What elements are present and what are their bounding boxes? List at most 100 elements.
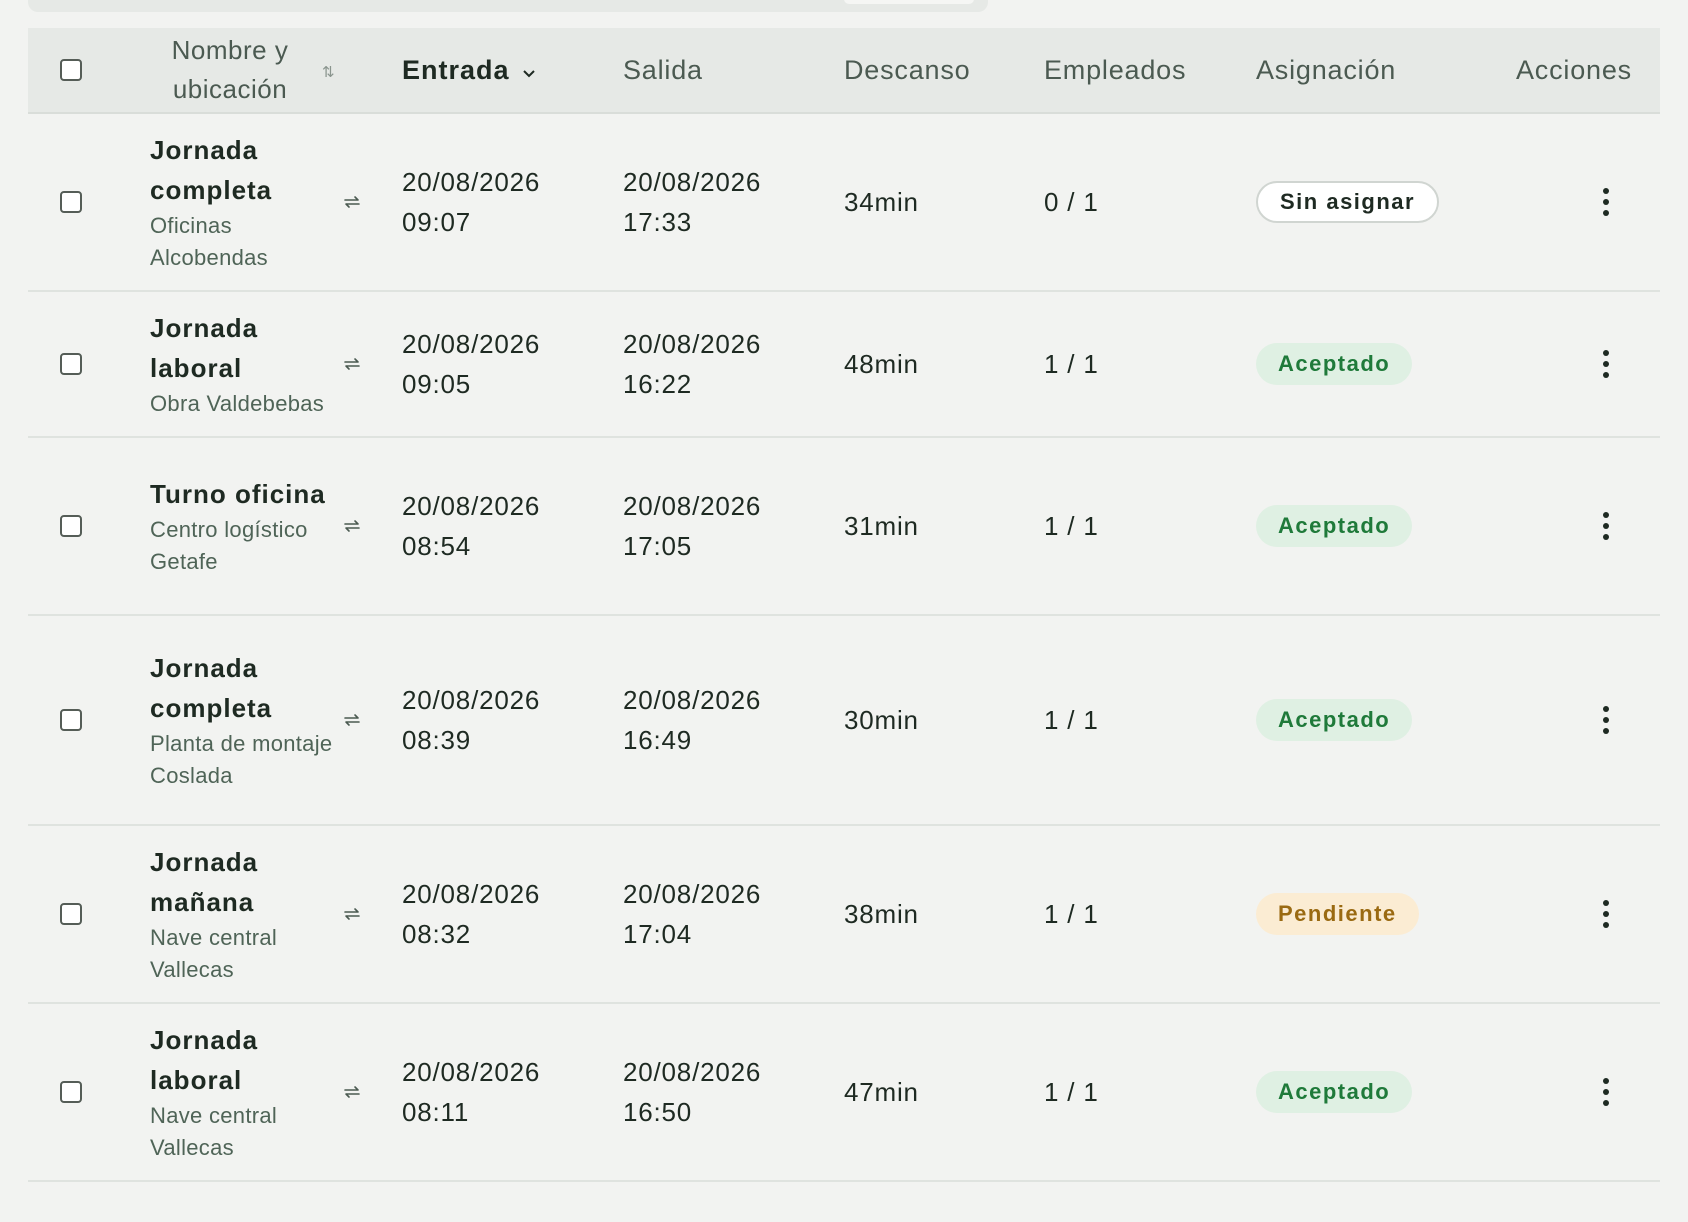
actions-cell <box>1516 114 1636 290</box>
entrada-date: 20/08/2026 <box>402 1057 541 1087</box>
entrada-time: 08:54 <box>402 531 472 561</box>
header-empleados-label: Empleados <box>1044 54 1187 85</box>
shift-location: Oficinas Alcobendas <box>150 213 268 270</box>
shift-name[interactable]: Turno oficina <box>150 474 340 514</box>
empleados-value: 1 / 1 <box>1044 348 1099 379</box>
table-row[interactable]: Jornada completa Oficinas Alcobendas 20/… <box>28 114 1660 292</box>
header-salida-label: Salida <box>623 54 703 85</box>
row-check-cell <box>60 1004 82 1180</box>
more-vertical-icon[interactable] <box>1596 182 1616 222</box>
asignacion-cell: Aceptado <box>1256 1004 1413 1180</box>
status-badge: Pendiente <box>1256 893 1419 935</box>
shifts-table: Nombre y ubicación ⇅ Entrada Salida Desc… <box>28 28 1660 1222</box>
descanso-cell: 47min <box>844 1004 919 1180</box>
shift-name[interactable]: Jornada completa <box>150 130 340 210</box>
header-descanso-label: Descanso <box>844 54 971 85</box>
entrada-date: 20/08/2026 <box>402 685 541 715</box>
descanso-cell: 38min <box>844 826 919 1002</box>
status-badge: Sin asignar <box>1256 181 1440 223</box>
shift-name[interactable]: Jornada mañana <box>150 842 340 922</box>
shift-location: Centro logístico Getafe <box>150 517 308 574</box>
table-row[interactable]: Jornada completa Planta de montaje Cosla… <box>28 616 1660 826</box>
entrada-cell: 20/08/2026 08:39 <box>402 616 540 824</box>
empleados-cell: 1 / 1 <box>1044 292 1099 436</box>
more-vertical-icon[interactable] <box>1596 506 1616 546</box>
salida-time: 16:22 <box>623 369 693 399</box>
header-asignacion[interactable]: Asignación <box>1256 28 1396 112</box>
descanso-cell: 48min <box>844 292 919 436</box>
actions-cell <box>1516 438 1636 614</box>
descanso-value: 31min <box>844 510 919 541</box>
descanso-cell: 34min <box>844 114 919 290</box>
empleados-cell: 1 / 1 <box>1044 826 1099 1002</box>
row-check-cell <box>60 292 82 436</box>
status-badge: Aceptado <box>1256 505 1413 547</box>
salida-date: 20/08/2026 <box>623 491 762 521</box>
header-empleados[interactable]: Empleados <box>1044 28 1186 112</box>
empleados-cell: 1 / 1 <box>1044 438 1099 614</box>
shift-location: Nave central Vallecas <box>150 1103 278 1160</box>
shift-location: Planta de montaje Coslada <box>150 731 333 788</box>
header-descanso[interactable]: Descanso <box>844 28 970 112</box>
entrada-cell: 20/08/2026 08:54 <box>402 438 540 614</box>
row-check-cell <box>60 114 82 290</box>
empleados-cell: 0 / 1 <box>1044 114 1099 290</box>
row-checkbox[interactable] <box>60 1081 82 1103</box>
row-checkbox[interactable] <box>60 515 82 537</box>
table-row[interactable]: Jornada mañana Nave central Vallecas 20/… <box>28 826 1660 1004</box>
toolbar-remnant <box>28 0 988 12</box>
shift-location: Nave central Vallecas <box>150 925 278 982</box>
shift-name[interactable]: Jornada laboral <box>150 308 340 388</box>
more-vertical-icon[interactable] <box>1596 1072 1616 1112</box>
entrada-time: 09:05 <box>402 369 472 399</box>
salida-date: 20/08/2026 <box>623 685 762 715</box>
table-row[interactable] <box>28 1182 1660 1222</box>
empleados-value: 1 / 1 <box>1044 1076 1099 1107</box>
row-checkbox[interactable] <box>60 353 82 375</box>
salida-time: 17:05 <box>623 531 693 561</box>
table-row[interactable]: Jornada laboral Nave central Vallecas 20… <box>28 1004 1660 1182</box>
select-all-cell <box>60 28 82 112</box>
header-entrada[interactable]: Entrada <box>402 28 536 112</box>
toolbar-button-remnant[interactable] <box>844 0 974 4</box>
more-vertical-icon[interactable] <box>1596 894 1616 934</box>
row-checkbox[interactable] <box>60 191 82 213</box>
status-badge: Aceptado <box>1256 343 1413 385</box>
header-acciones-label: Acciones <box>1516 54 1632 85</box>
asignacion-cell: Aceptado <box>1256 438 1413 614</box>
entrada-date: 20/08/2026 <box>402 491 541 521</box>
select-all-checkbox[interactable] <box>60 59 82 81</box>
salida-cell: 20/08/2026 16:50 <box>623 1004 761 1180</box>
entrada-cell: 20/08/2026 09:07 <box>402 114 540 290</box>
salida-date: 20/08/2026 <box>623 879 762 909</box>
descanso-value: 34min <box>844 186 919 217</box>
header-salida[interactable]: Salida <box>623 28 703 112</box>
repeat-icon <box>342 438 362 614</box>
entrada-cell: 20/08/2026 09:05 <box>402 292 540 436</box>
salida-cell: 20/08/2026 16:22 <box>623 292 761 436</box>
entrada-date: 20/08/2026 <box>402 167 541 197</box>
table-row[interactable]: Jornada laboral Obra Valdebebas 20/08/20… <box>28 292 1660 438</box>
shift-name-cell: Jornada laboral Obra Valdebebas <box>150 292 376 436</box>
header-name[interactable]: Nombre y ubicación ⇅ <box>150 28 376 112</box>
entrada-time: 08:11 <box>402 1097 470 1127</box>
shift-location: Obra Valdebebas <box>150 391 325 416</box>
sort-icon[interactable]: ⇅ <box>322 63 335 81</box>
row-checkbox[interactable] <box>60 709 82 731</box>
shift-name[interactable]: Jornada completa <box>150 648 340 728</box>
shift-name[interactable]: Jornada laboral <box>150 1020 340 1100</box>
more-vertical-icon[interactable] <box>1596 700 1616 740</box>
asignacion-cell: Aceptado <box>1256 616 1413 824</box>
shift-name-cell: Jornada laboral Nave central Vallecas <box>150 1004 376 1180</box>
actions-cell <box>1516 1004 1636 1180</box>
salida-time: 16:49 <box>623 725 693 755</box>
asignacion-cell: Aceptado <box>1256 292 1413 436</box>
table-row[interactable]: Turno oficina Centro logístico Getafe 20… <box>28 438 1660 616</box>
asignacion-cell: Pendiente <box>1256 826 1419 1002</box>
descanso-value: 47min <box>844 1076 919 1107</box>
salida-cell: 20/08/2026 17:04 <box>623 826 761 1002</box>
row-check-cell <box>60 438 82 614</box>
salida-cell: 20/08/2026 17:05 <box>623 438 761 614</box>
row-checkbox[interactable] <box>60 903 82 925</box>
more-vertical-icon[interactable] <box>1596 344 1616 384</box>
